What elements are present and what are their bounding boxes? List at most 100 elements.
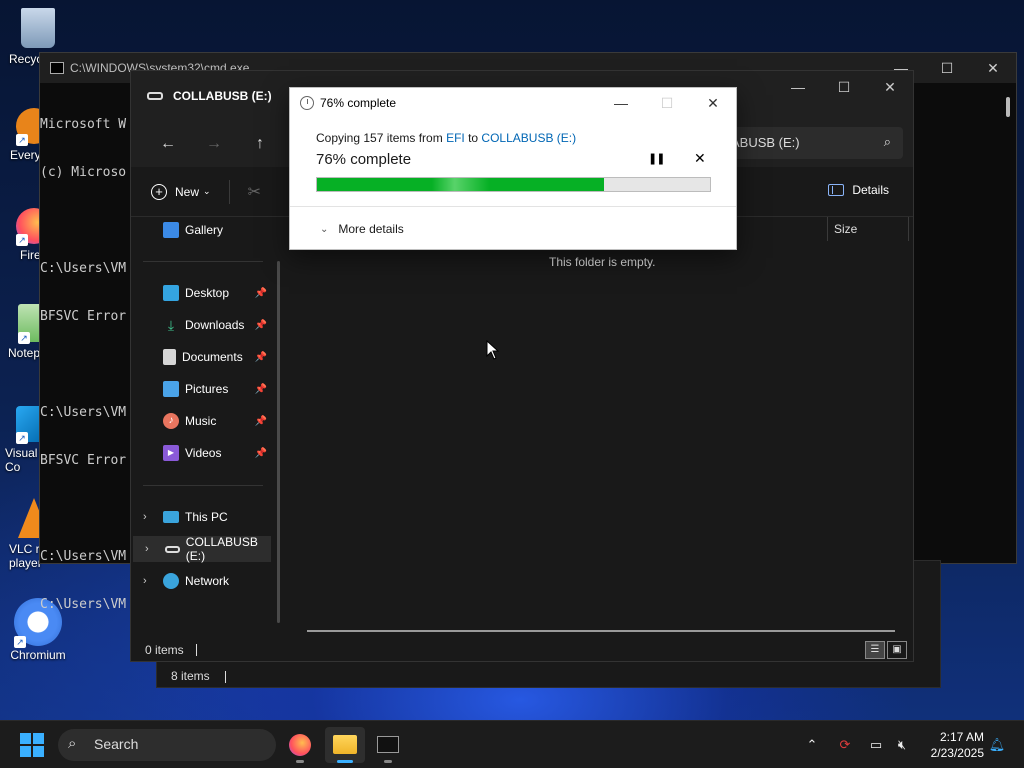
firefox-icon (289, 734, 311, 756)
running-indicator (384, 760, 392, 763)
explorer-maximize-button[interactable]: ☐ (821, 71, 867, 103)
column-header-size[interactable]: Size (827, 217, 910, 241)
chevron-right-icon[interactable]: › (143, 511, 147, 523)
running-indicator (337, 760, 353, 763)
cmd-maximize-button[interactable]: ☐ (924, 53, 970, 83)
download-arrow-icon: ⤓ (167, 317, 175, 333)
sync-icon[interactable]: ⟳ (832, 721, 858, 768)
address-search-box[interactable]: ABUSB (E:) ⌕ (721, 127, 903, 159)
address-text: ABUSB (E:) (731, 135, 800, 150)
sidebar-item-documents[interactable]: Documents 📌 (131, 344, 271, 370)
details-button[interactable]: Details (828, 183, 889, 197)
source-link[interactable]: EFI (446, 131, 465, 145)
chevron-right-icon[interactable]: › (145, 543, 149, 555)
taskbar-firefox[interactable] (280, 727, 320, 763)
sidebar-item-desktop[interactable]: Desktop 📌 (131, 280, 271, 306)
taskbar: ⌕ Search ⌃ ⟳ ▭ 🔇︎ 2:17 AM 2/23/2025 🔔︎ (0, 720, 1024, 768)
notification-bell-icon[interactable]: 🔔︎ (986, 721, 1008, 768)
forward-button[interactable]: → (191, 135, 237, 153)
file-list[interactable]: Size This folder is empty. (289, 217, 913, 627)
pin-icon[interactable]: 📌 (255, 288, 267, 299)
tiles-view-button[interactable]: ▣ (887, 641, 907, 659)
item-count: 0 items (145, 643, 184, 657)
sidebar-item-gallery[interactable]: Gallery (131, 217, 271, 243)
cancel-copy-button[interactable]: ✕ (694, 150, 706, 167)
sidebar-item-collabusb[interactable]: › COLLABUSB (E:) (133, 535, 271, 563)
dialog-close-button[interactable]: ✕ (690, 88, 736, 118)
drive-icon (147, 92, 163, 100)
taskbar-terminal[interactable] (368, 727, 408, 763)
cmd-close-button[interactable]: ✕ (970, 53, 1016, 83)
clock-date: 2/23/2025 (930, 746, 984, 760)
copy-prefix: Copying 157 items from (316, 131, 447, 145)
explorer-minimize-button[interactable]: — (775, 71, 821, 103)
pin-icon[interactable]: 📌 (255, 320, 267, 331)
shortcut-arrow-icon: ↗ (16, 134, 28, 146)
chevron-down-icon: ⌄ (320, 223, 329, 235)
usb-drive-icon (165, 545, 180, 553)
mouse-cursor-icon (486, 340, 500, 360)
dialog-minimize-button[interactable]: — (598, 88, 644, 118)
windows-logo-tile (20, 746, 31, 757)
copy-progress-dialog[interactable]: 76% complete — ☐ ✕ Copying 157 items fro… (289, 87, 737, 250)
start-button[interactable] (20, 733, 44, 757)
taskbar-file-explorer[interactable] (325, 727, 365, 763)
pin-icon[interactable]: 📌 (255, 352, 267, 363)
view-toggle: ☰ ▣ (863, 641, 907, 659)
desktop-icon-label: Chromium (10, 648, 66, 662)
sidebar-item-network[interactable]: › Network (131, 568, 271, 594)
new-button[interactable]: + New ⌄ (151, 183, 211, 200)
taskbar-search-box[interactable]: ⌕ Search (58, 729, 276, 761)
sidebar-item-label: Pictures (185, 382, 229, 396)
shortcut-arrow-icon: ↗ (14, 636, 26, 648)
volume-muted-icon[interactable]: 🔇︎ (890, 721, 914, 768)
pin-icon[interactable]: 📌 (255, 384, 267, 395)
sidebar-item-this-pc[interactable]: › This PC (131, 504, 271, 530)
sidebar-item-videos[interactable]: ▶ Videos 📌 (131, 440, 271, 466)
search-label: Search (94, 736, 139, 752)
explorer-close-button[interactable]: ✕ (867, 71, 913, 103)
up-button[interactable]: ↑ (237, 135, 283, 153)
back-button[interactable]: ← (145, 135, 191, 153)
document-icon (163, 349, 176, 365)
shortcut-arrow-icon: ↗ (16, 432, 28, 444)
taskbar-clock[interactable]: 2:17 AM 2/23/2025 (920, 729, 984, 761)
new-label: New (175, 184, 200, 199)
pin-icon[interactable]: 📌 (255, 448, 267, 459)
explorer-tab-title[interactable]: COLLABUSB (E:) (173, 89, 272, 103)
shortcut-arrow-icon: ↗ (16, 234, 28, 246)
sidebar-item-label: Documents (182, 350, 243, 364)
navigation-pane-scrollbar[interactable] (277, 261, 280, 623)
sidebar-item-label: Downloads (185, 318, 245, 332)
percent-complete: 76% complete (316, 151, 412, 168)
picture-icon (163, 381, 179, 397)
shortcut-arrow-icon: ↗ (18, 332, 30, 344)
status-divider (225, 670, 227, 683)
chevron-right-icon[interactable]: › (143, 575, 147, 587)
windows-logo-tile (33, 746, 44, 757)
pause-button[interactable]: ❚❚ (648, 152, 665, 165)
cmd-icon (50, 62, 64, 74)
terminal-icon (377, 736, 399, 753)
details-view-button[interactable]: ☰ (865, 641, 885, 659)
sidebar-item-label: This PC (185, 510, 228, 524)
network-tray-icon[interactable]: ▭ (864, 721, 888, 768)
cut-icon[interactable]: ✂ (248, 182, 261, 202)
pin-icon[interactable]: 📌 (255, 416, 267, 427)
sidebar-item-label: COLLABUSB (E:) (185, 535, 258, 563)
folder-icon (333, 735, 357, 754)
destination-link[interactable]: COLLABUSB (E:) (481, 131, 576, 145)
sidebar-item-pictures[interactable]: Pictures 📌 (131, 376, 271, 402)
sidebar-item-downloads[interactable]: ⤓ Downloads 📌 (131, 312, 271, 338)
video-icon: ▶ (163, 445, 179, 461)
tray-overflow-chevron-icon[interactable]: ⌃ (800, 721, 824, 768)
status-bar: 0 items (145, 643, 197, 657)
windows-logo-tile (33, 733, 44, 744)
more-details-button[interactable]: ⌄ More details (320, 222, 404, 236)
clock-time: 2:17 AM (939, 730, 984, 744)
horizontal-scrollbar[interactable] (307, 630, 895, 632)
search-icon[interactable]: ⌕ (884, 134, 891, 150)
navigation-pane[interactable]: Gallery Desktop 📌 ⤓ Downloads 📌 Document… (131, 217, 281, 627)
cmd-scrollbar[interactable] (1006, 97, 1010, 117)
sidebar-item-music[interactable]: ♪ Music 📌 (131, 408, 271, 434)
